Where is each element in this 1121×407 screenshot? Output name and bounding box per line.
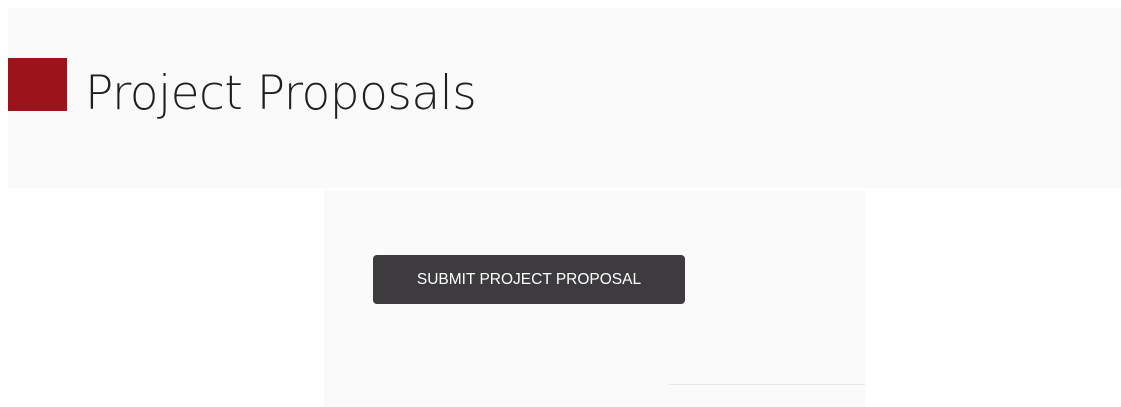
submit-project-proposal-button[interactable]: SUBMIT PROJECT PROPOSAL [373,255,685,304]
header-accent-block [8,58,67,111]
panel-divider [669,384,865,385]
proposal-panel: SUBMIT PROJECT PROPOSAL [324,190,865,407]
page-title: Project Proposals [85,66,477,121]
page-header: Project Proposals [8,8,1121,188]
